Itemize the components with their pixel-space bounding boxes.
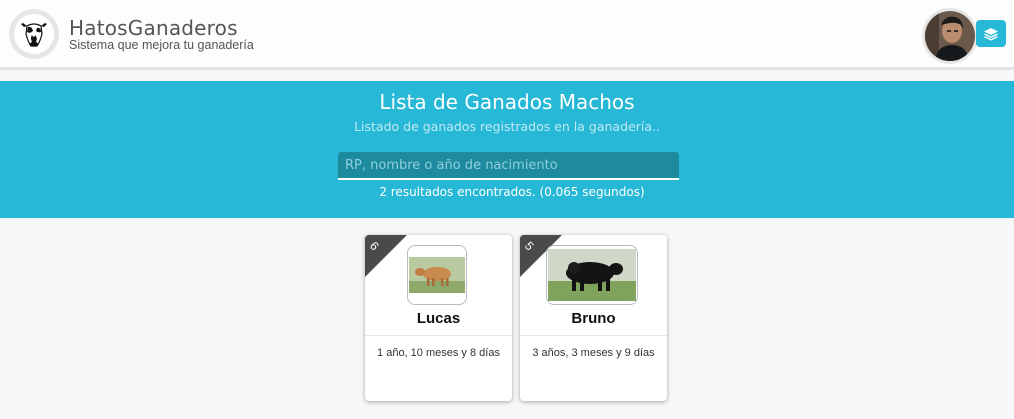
top-navbar: HatosGanaderos Sistema que mejora tu gan… bbox=[0, 0, 1014, 70]
brown-bull-photo bbox=[409, 257, 465, 293]
corner-ribbon bbox=[365, 235, 407, 277]
user-photo bbox=[925, 11, 975, 61]
card-divider bbox=[520, 335, 667, 336]
cattle-age: 3 años, 3 meses y 9 días bbox=[532, 347, 655, 359]
cattle-age: 1 año, 10 meses y 8 días bbox=[377, 347, 500, 359]
page-subtitle: Listado de ganados registrados en la gan… bbox=[354, 119, 660, 134]
page-banner: Lista de Ganados Machos Listado de ganad… bbox=[0, 81, 1014, 218]
results-count: 2 resultados encontrados. (0.065 segundo… bbox=[379, 185, 645, 199]
brand-title[interactable]: HatosGanaderos bbox=[69, 16, 238, 40]
brand-subtitle: Sistema que mejora tu ganadería bbox=[69, 38, 254, 52]
layers-button[interactable] bbox=[976, 20, 1006, 47]
cow-head-icon bbox=[21, 23, 47, 47]
card-divider bbox=[365, 335, 512, 336]
search-input[interactable] bbox=[338, 152, 679, 180]
user-avatar[interactable] bbox=[922, 8, 978, 64]
cattle-photo[interactable] bbox=[407, 245, 467, 305]
cattle-card[interactable]: 5 Bruno 3 años, 3 meses y 9 días bbox=[520, 235, 667, 401]
cattle-name: Bruno bbox=[571, 310, 616, 327]
cattle-photo[interactable] bbox=[546, 245, 638, 305]
black-bull-photo bbox=[548, 249, 636, 301]
cattle-name: Lucas bbox=[416, 310, 461, 327]
layers-icon bbox=[984, 27, 998, 41]
page-title: Lista de Ganados Machos bbox=[379, 90, 635, 114]
brand-logo[interactable] bbox=[9, 9, 59, 59]
cattle-card[interactable]: 6 Lucas 1 año, 10 meses y 8 días bbox=[365, 235, 512, 401]
